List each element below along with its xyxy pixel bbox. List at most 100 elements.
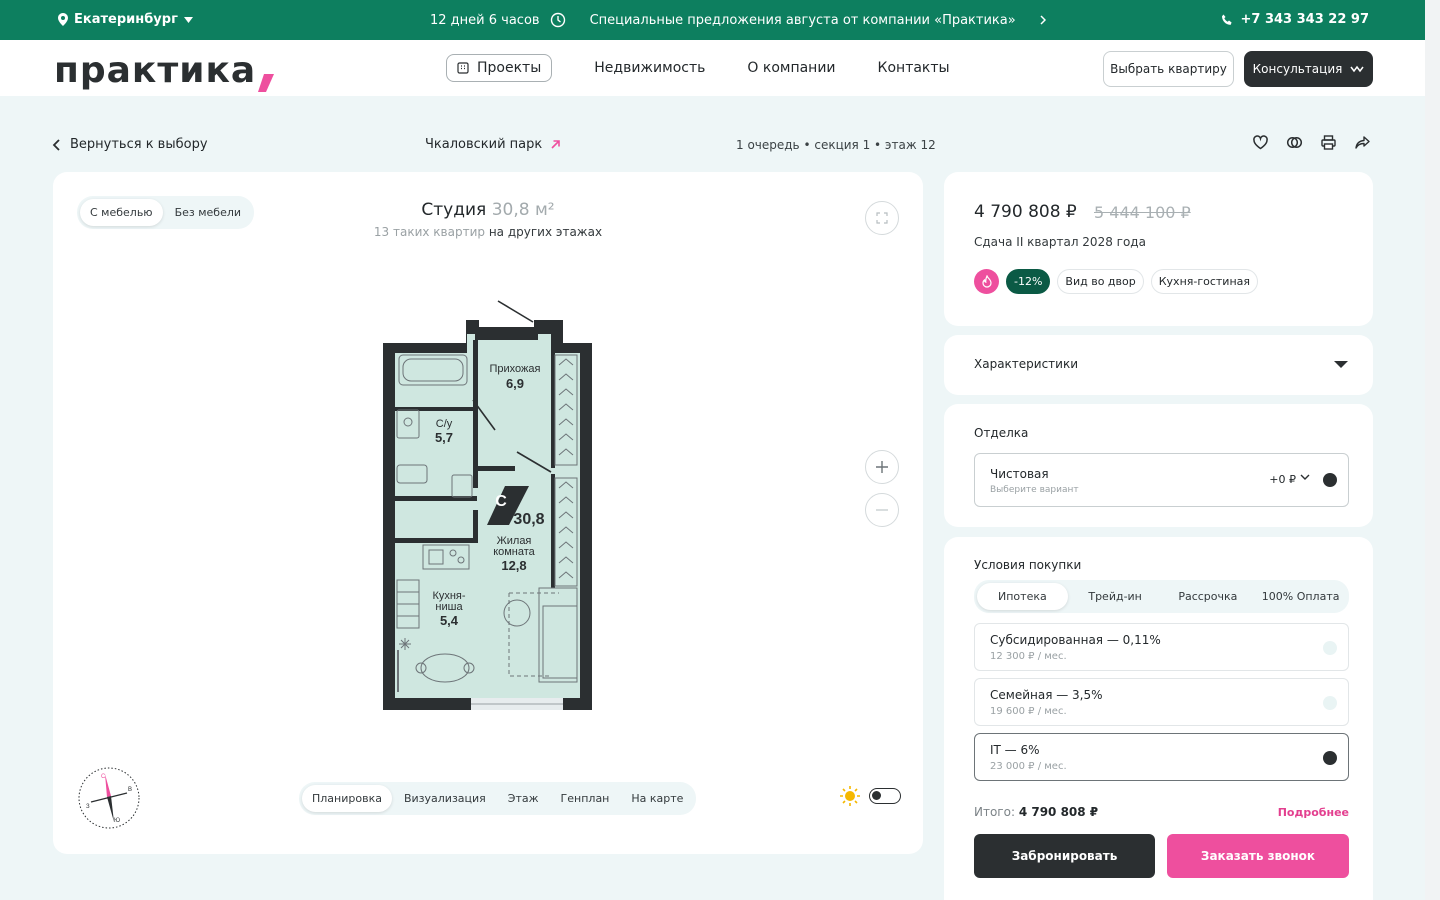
compare-button[interactable] <box>1286 134 1303 151</box>
consultation-label: Консультация <box>1252 62 1343 76</box>
zoom-out-button[interactable] <box>865 493 899 527</box>
nav-realty[interactable]: Недвижимость <box>594 60 705 76</box>
compass-south: Ю <box>114 818 120 824</box>
option-title: Семейная — 3,5% <box>990 688 1103 702</box>
back-to-selection-link[interactable]: Вернуться к выбору <box>52 137 208 152</box>
logo-text: практика <box>54 50 257 91</box>
mortgage-option-family[interactable]: Семейная — 3,5% 19 600 ₽ / мес. <box>974 678 1349 726</box>
tab-trade-in[interactable]: Трейд-ин <box>1070 583 1161 610</box>
mortgage-option-it[interactable]: IT — 6% 23 000 ₽ / мес. <box>974 733 1349 781</box>
complex-name: Чкаловский парк <box>425 137 543 152</box>
old-price: 5 444 100 ₽ <box>1094 203 1191 222</box>
promo-badge[interactable] <box>974 269 999 294</box>
flame-icon <box>981 275 992 288</box>
characteristics-accordion[interactable]: Характеристики <box>944 335 1373 395</box>
sun-toggle[interactable] <box>869 788 901 804</box>
minus-icon <box>876 509 888 511</box>
finish-extra-price: +0 ₽ <box>1269 473 1296 486</box>
book-button[interactable]: Забронировать <box>974 834 1155 878</box>
tab-layout[interactable]: Планировка <box>302 785 392 812</box>
heart-icon <box>1253 135 1268 150</box>
complex-link[interactable]: Чкаловский парк <box>425 137 561 152</box>
plus-icon <box>876 461 888 473</box>
compass-icon: С В Ю З <box>78 767 140 829</box>
zoom-in-button[interactable] <box>865 450 899 484</box>
current-price: 4 790 808 ₽ <box>974 202 1077 222</box>
purchase-label: Условия покупки <box>974 558 1082 572</box>
tab-visualization[interactable]: Визуализация <box>394 785 496 812</box>
promo-timer: 12 дней 6 часов <box>430 12 540 28</box>
apartment-type: Студия <box>421 200 487 220</box>
floor-plan-drawing: С 30,8 Прихожая 6,9 С/у 5,7 Жилая комнат… <box>383 300 592 710</box>
tag-kitchen-living: Кухня-гостиная <box>1150 269 1259 294</box>
finish-placeholder: Выберите вариант <box>990 485 1079 495</box>
similar-count: 13 таких квартир <box>373 225 485 239</box>
studio-letter: С <box>495 493 507 510</box>
view-tabs: Планировка Визуализация Этаж Генплан На … <box>299 782 697 815</box>
finish-select[interactable]: Чистовая Выберите вариант +0 ₽ <box>974 453 1349 507</box>
other-floors-link[interactable]: на других этажах <box>489 225 602 239</box>
option-payment: 23 000 ₽ / мес. <box>990 761 1067 772</box>
caret-down-icon <box>1334 361 1348 368</box>
share-icon <box>1355 136 1370 149</box>
living-name-2: комната <box>493 546 535 558</box>
tab-floor[interactable]: Этаж <box>498 785 549 812</box>
option-title: Субсидированная — 0,11% <box>990 633 1161 647</box>
consultation-button[interactable]: Консультация <box>1244 51 1373 87</box>
fullscreen-button[interactable] <box>865 201 899 235</box>
mortgage-option-subsidized[interactable]: Субсидированная — 0,11% 12 300 ₽ / мес. <box>974 623 1349 671</box>
choose-apartment-button[interactable]: Выбрать квартиру <box>1103 51 1234 87</box>
promo-link[interactable]: 12 дней 6 часов Специальные предложения … <box>430 12 1046 28</box>
tab-map[interactable]: На карте <box>621 785 693 812</box>
compass-north: С <box>101 774 106 780</box>
bath-name: С/у <box>436 418 453 430</box>
kitchen-name-2: ниша <box>435 601 463 613</box>
logo[interactable]: практика <box>54 48 275 92</box>
nav-projects[interactable]: Проекты <box>446 54 553 82</box>
location-pin-icon <box>58 13 68 26</box>
timer-icon <box>550 12 565 28</box>
tab-installment[interactable]: Рассрочка <box>1163 583 1254 610</box>
city-selector[interactable]: Екатеринбург <box>58 12 193 27</box>
hall-name: Прихожая <box>490 363 541 375</box>
finish-value: Чистовая <box>990 467 1049 481</box>
favorite-button[interactable] <box>1252 134 1269 151</box>
action-icons <box>1252 134 1371 151</box>
caret-down-icon <box>183 16 193 23</box>
arrow-up-right-icon <box>551 140 561 149</box>
tab-mortgage[interactable]: Ипотека <box>977 583 1068 610</box>
tab-full-payment[interactable]: 100% Оплата <box>1255 583 1346 610</box>
building-icon <box>457 62 469 74</box>
option-radio[interactable] <box>1323 641 1337 655</box>
nav-about[interactable]: О компании <box>747 60 835 76</box>
details-link[interactable]: Подробнее <box>1278 806 1349 819</box>
scrollbar[interactable] <box>1425 0 1440 900</box>
nav-contacts[interactable]: Контакты <box>878 60 950 76</box>
price-card: 4 790 808 ₽ 5 444 100 ₽ Сдача II квартал… <box>944 172 1373 326</box>
total-label: Итого: <box>974 805 1015 819</box>
share-button[interactable] <box>1354 134 1371 151</box>
apartment-location: 1 очередь • секция 1 • этаж 12 <box>736 138 936 152</box>
total-price: Итого: 4 790 808 ₽ <box>974 805 1098 819</box>
apartment-title: Студия 30,8 м² <box>53 200 923 220</box>
back-label: Вернуться к выбору <box>70 137 208 152</box>
living-area: 12,8 <box>501 558 526 573</box>
option-payment: 12 300 ₽ / мес. <box>990 651 1067 662</box>
compass-west: З <box>86 804 90 810</box>
main-nav: Проекты Недвижимость О компании Контакты <box>446 54 950 82</box>
tab-masterplan[interactable]: Генплан <box>551 785 620 812</box>
floor-plan-card: С мебелью Без мебели Студия 30,8 м² 13 т… <box>53 172 923 854</box>
total-value: 4 790 808 ₽ <box>1018 805 1099 819</box>
request-call-button[interactable]: Заказать звонок <box>1167 834 1349 878</box>
option-radio[interactable] <box>1323 751 1337 765</box>
option-radio[interactable] <box>1323 696 1337 710</box>
characteristics-label: Характеристики <box>974 357 1079 371</box>
compare-icon <box>1286 136 1303 149</box>
purchase-card: Условия покупки Ипотека Трейд-ин Рассроч… <box>944 537 1373 900</box>
chevron-left-icon <box>52 138 60 151</box>
finish-color-dot <box>1323 473 1337 487</box>
print-button[interactable] <box>1320 134 1337 151</box>
phone-link[interactable]: +7 343 343 22 97 <box>1221 12 1369 27</box>
promo-text: Специальные предложения августа от компа… <box>589 12 1016 28</box>
hall-area: 6,9 <box>506 376 524 391</box>
